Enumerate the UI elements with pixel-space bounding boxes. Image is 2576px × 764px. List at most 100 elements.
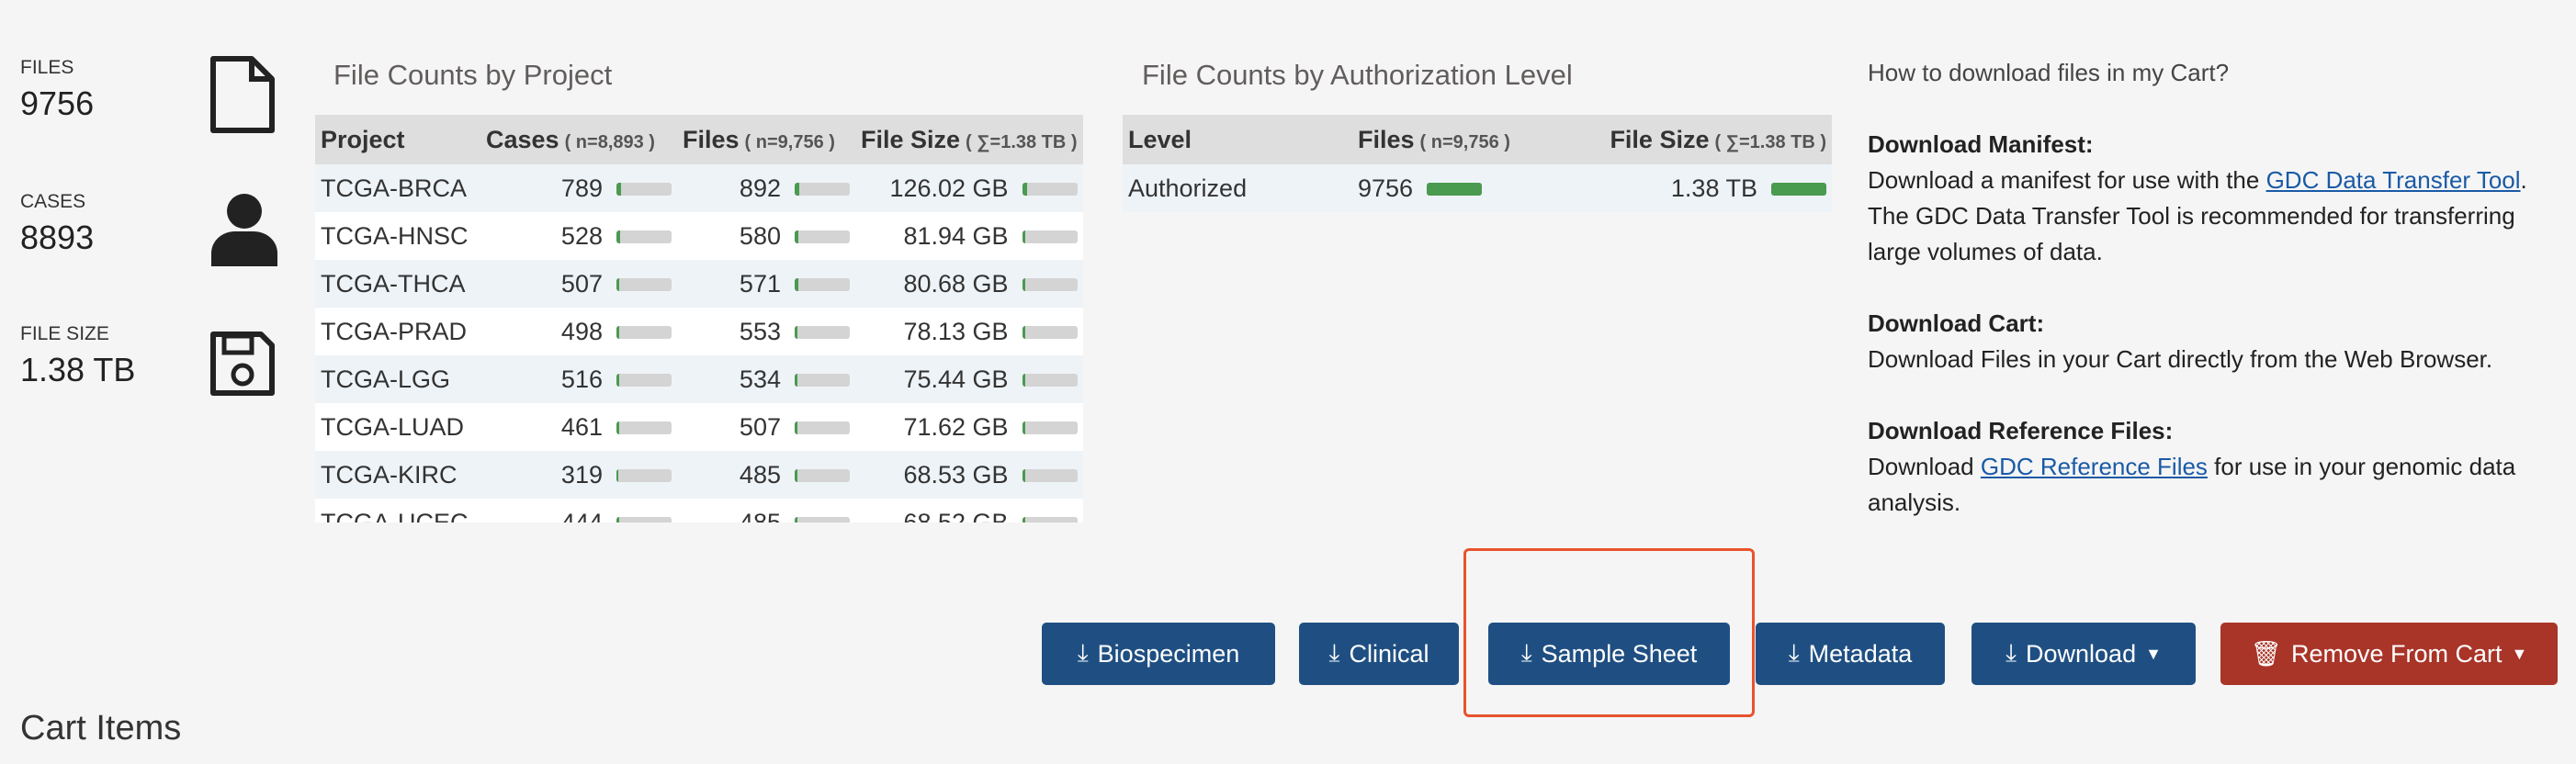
percent-bar <box>616 421 672 435</box>
percent-bar <box>1022 517 1078 522</box>
percent-bar <box>1022 278 1078 292</box>
caret-down-icon: ▼ <box>2511 644 2528 663</box>
percent-bar <box>1022 183 1078 197</box>
stat-file-size: FILE SIZE 1.38 TB <box>20 323 136 388</box>
table-row: Authorized 9756 1.38 TB <box>1123 164 1832 212</box>
cases-count[interactable]: 507 <box>561 270 603 298</box>
project-link[interactable]: TCGA-LUAD <box>315 403 480 451</box>
file-size: 68.53 GB <box>903 460 1009 489</box>
project-link[interactable]: TCGA-KIRC <box>315 451 480 499</box>
files-count[interactable]: 485 <box>740 461 781 489</box>
file-size: 81.94 GB <box>903 221 1009 250</box>
stat-cases: CASES 8893 <box>20 191 95 256</box>
file-size: 1.38 TB <box>1670 174 1757 202</box>
percent-bar <box>795 469 850 483</box>
download-icon: ⤓ <box>2005 639 2017 667</box>
col-files[interactable]: Files( n=9,756 ) <box>1352 115 1582 164</box>
table-row: TCGA-PRAD 498 553 78.13 GB <box>315 308 1083 355</box>
remove-from-cart-button[interactable]: 🗑 Remove From Cart ▼ <box>2220 623 2558 685</box>
biospecimen-button[interactable]: ⤓ Biospecimen <box>1042 623 1275 685</box>
cases-count[interactable]: 498 <box>561 318 603 345</box>
files-count[interactable]: 507 <box>740 413 781 441</box>
download-icon: ⤓ <box>1077 639 1089 667</box>
percent-bar <box>1427 183 1483 197</box>
file-size: 71.62 GB <box>903 412 1009 441</box>
file-size: 80.68 GB <box>903 269 1009 298</box>
table-row: TCGA-HNSC 528 580 81.94 GB <box>315 212 1083 260</box>
project-link[interactable]: TCGA-UCEC <box>315 499 480 522</box>
project-table: Project Cases( n=8,893 ) Files( n=9,756 … <box>315 115 1089 522</box>
cases-count[interactable]: 461 <box>561 413 603 441</box>
table-row: TCGA-BRCA 789 892 126.02 GB <box>315 164 1083 212</box>
percent-bar <box>1022 230 1078 244</box>
project-link[interactable]: TCGA-HNSC <box>315 212 480 260</box>
col-project[interactable]: Project <box>315 115 480 164</box>
percent-bar <box>616 469 672 483</box>
cart-items-title: Cart Items <box>20 709 182 747</box>
table-row: TCGA-LUAD 461 507 71.62 GB <box>315 403 1083 451</box>
file-size: 75.44 GB <box>903 365 1009 393</box>
cases-count[interactable]: 444 <box>561 509 603 523</box>
cases-count[interactable]: 528 <box>561 222 603 250</box>
files-count[interactable]: 892 <box>740 174 781 202</box>
percent-bar <box>795 183 850 197</box>
level: Authorized <box>1123 164 1352 212</box>
percent-bar <box>1771 183 1826 197</box>
cases-count[interactable]: 789 <box>561 174 603 202</box>
gdc-transfer-tool-link[interactable]: GDC Data Transfer Tool <box>2266 166 2521 194</box>
gdc-reference-files-link[interactable]: GDC Reference Files <box>1981 453 2208 480</box>
stat-files: FILES 9756 <box>20 57 95 122</box>
files-count: 9756 <box>1358 174 1414 202</box>
auth-table: Level Files( n=9,756 ) File Size( ∑=1.38… <box>1123 115 1832 216</box>
project-link[interactable]: TCGA-PRAD <box>315 308 480 355</box>
col-level[interactable]: Level <box>1123 115 1352 164</box>
download-help: How to download files in my Cart? Downlo… <box>1868 59 2527 516</box>
save-icon <box>210 331 275 396</box>
clinical-button[interactable]: ⤓ Clinical <box>1299 623 1459 685</box>
file-size: 126.02 GB <box>889 174 1009 202</box>
files-count[interactable]: 580 <box>740 222 781 250</box>
auth-table-title: File Counts by Authorization Level <box>1142 59 1573 91</box>
download-icon: ⤓ <box>1328 639 1340 667</box>
percent-bar <box>795 421 850 435</box>
col-cases[interactable]: Cases( n=8,893 ) <box>480 115 677 164</box>
table-row: TCGA-KIRC 319 485 68.53 GB <box>315 451 1083 499</box>
cases-count[interactable]: 319 <box>561 461 603 489</box>
cases-count[interactable]: 516 <box>561 365 603 393</box>
metadata-button[interactable]: ⤓ Metadata <box>1756 623 1945 685</box>
percent-bar <box>795 374 850 388</box>
percent-bar <box>616 183 672 197</box>
project-link[interactable]: TCGA-BRCA <box>315 164 480 212</box>
file-icon <box>210 56 275 133</box>
file-size: 78.13 GB <box>903 317 1009 345</box>
files-count[interactable]: 534 <box>740 365 781 393</box>
percent-bar <box>795 326 850 340</box>
project-link[interactable]: TCGA-THCA <box>315 260 480 308</box>
trash-icon: 🗑 <box>2250 640 2282 668</box>
user-icon <box>211 194 277 266</box>
percent-bar <box>1022 421 1078 435</box>
files-count[interactable]: 485 <box>740 509 781 523</box>
col-file-size[interactable]: File Size( ∑=1.38 TB ) <box>1582 115 1832 164</box>
file-size: 68.52 GB <box>903 508 1009 523</box>
percent-bar <box>795 278 850 292</box>
percent-bar <box>1022 374 1078 388</box>
percent-bar <box>1022 469 1078 483</box>
percent-bar <box>616 326 672 340</box>
col-files[interactable]: Files( n=9,756 ) <box>677 115 855 164</box>
percent-bar <box>795 517 850 522</box>
project-link[interactable]: TCGA-LGG <box>315 355 480 403</box>
percent-bar <box>616 517 672 522</box>
files-count[interactable]: 571 <box>740 270 781 298</box>
files-count[interactable]: 553 <box>740 318 781 345</box>
percent-bar <box>616 278 672 292</box>
caret-down-icon: ▼ <box>2145 644 2162 663</box>
table-row: TCGA-UCEC 444 485 68.52 GB <box>315 499 1083 522</box>
download-dropdown-button[interactable]: ⤓ Download ▼ <box>1972 623 2196 685</box>
highlight-box <box>1463 548 1755 717</box>
col-file-size[interactable]: File Size( ∑=1.38 TB ) <box>855 115 1083 164</box>
download-icon: ⤓ <box>1788 639 1800 667</box>
project-table-title: File Counts by Project <box>333 59 613 91</box>
percent-bar <box>795 230 850 244</box>
percent-bar <box>616 230 672 244</box>
